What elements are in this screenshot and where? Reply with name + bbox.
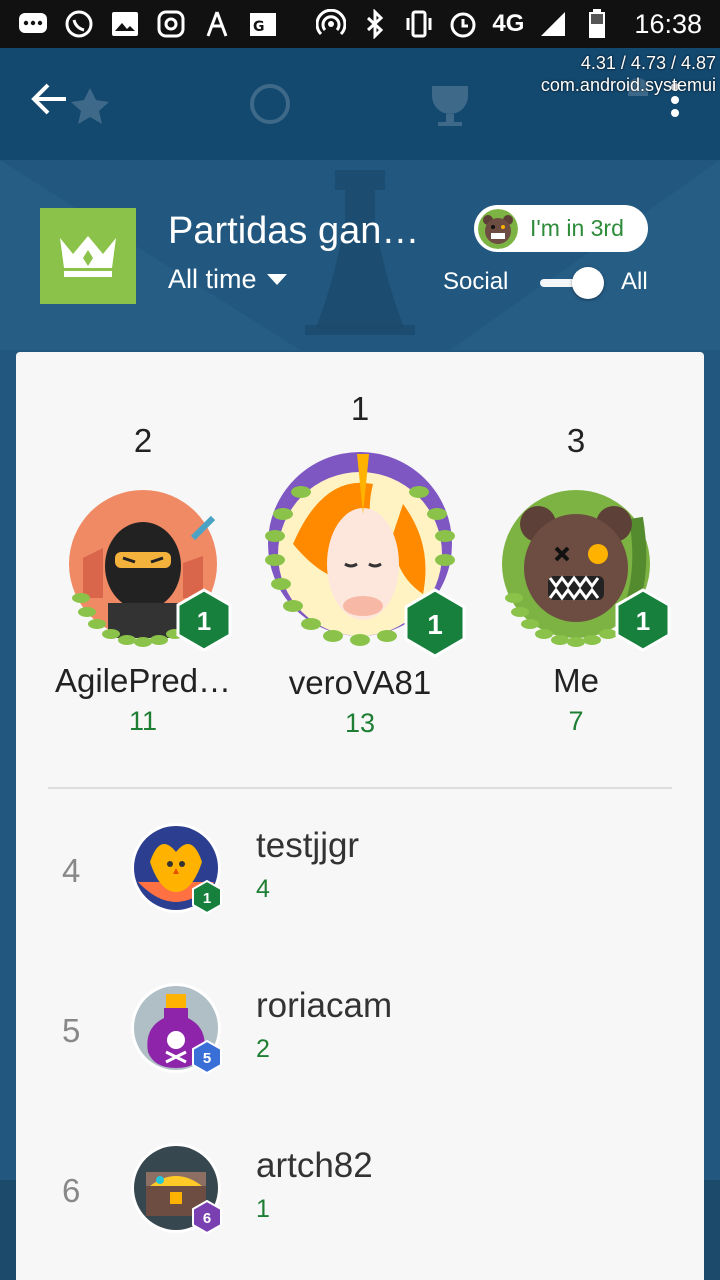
period-label: All time (168, 264, 257, 294)
leaderboard-title: Partidas gan… (168, 210, 420, 252)
row-score: 2 (256, 1035, 270, 1063)
leaderboard-card: 2 1 AgilePred… 11 1 1 veroVA81 13 3 1 Me… (16, 352, 704, 1280)
divider (48, 787, 672, 789)
level-number: 1 (203, 890, 211, 907)
level-badge: 6 (192, 1200, 222, 1234)
level-number: 1 (636, 606, 650, 636)
messages-icon (18, 9, 48, 39)
vibrate-icon (404, 9, 434, 39)
level-badge: 1 (404, 588, 466, 658)
level-badge: 5 (192, 1040, 222, 1074)
level-badge: 1 (192, 880, 222, 914)
list-item[interactable]: 4 1 testjjgr 4 (16, 808, 704, 968)
debug-overlay: 4.31 / 4.73 / 4.87 com.android.systemui (541, 52, 716, 96)
scope-toggle[interactable] (538, 264, 608, 302)
list-item[interactable]: 6 6 artch82 1 (16, 1128, 704, 1280)
back-button[interactable] (30, 82, 82, 126)
my-rank-text: I'm in 3rd (530, 215, 624, 241)
signal-icon (538, 9, 568, 39)
toggle-thumb (572, 267, 604, 299)
scope-all-label[interactable]: All (621, 268, 648, 296)
avatar: 1 (53, 478, 233, 658)
status-bar: G 4G 16:38 (0, 0, 720, 48)
debug-load: 4.31 / 4.73 / 4.87 (580, 53, 716, 73)
leaderboard-icon-box (40, 208, 136, 304)
avatar: 6 (130, 1142, 226, 1238)
level-number: 6 (203, 1210, 211, 1227)
podium-name: AgilePred… (54, 662, 232, 699)
hotspot-icon (316, 9, 347, 39)
my-rank-chip[interactable]: I'm in 3rd (474, 205, 648, 252)
maps-icon: G (248, 9, 278, 39)
svg-text:G: G (253, 19, 265, 35)
podium-third[interactable]: 3 1 Me 7 (466, 422, 686, 737)
podium: 2 1 AgilePred… 11 1 1 veroVA81 13 3 1 Me… (16, 352, 704, 788)
battery-icon (582, 9, 612, 39)
level-badge: 1 (176, 588, 232, 652)
podium-name: veroVA81 (288, 664, 432, 701)
podium-score: 7 (568, 706, 584, 736)
podium-score: 11 (128, 706, 158, 736)
period-dropdown[interactable]: All time (168, 264, 287, 295)
avatar: 1 (486, 478, 671, 658)
row-rank: 5 (62, 1012, 81, 1049)
activity-icon (202, 9, 232, 39)
dropdown-arrow-icon (266, 273, 287, 285)
bluetooth-icon (360, 9, 390, 39)
row-rank: 6 (62, 1172, 81, 1209)
level-number: 1 (197, 606, 211, 636)
row-name: roriacam (256, 986, 393, 1025)
row-score: 4 (256, 875, 270, 903)
row-score: 1 (256, 1195, 270, 1223)
avatar: 5 (130, 982, 226, 1078)
level-number: 5 (203, 1050, 211, 1067)
podium-second[interactable]: 2 1 AgilePred… 11 (33, 422, 253, 737)
list-item[interactable]: 5 5 roriacam 2 (16, 968, 704, 1128)
podium-rank: 3 (566, 422, 586, 459)
row-name: testjjgr (256, 826, 360, 865)
whatsapp-icon (64, 9, 94, 39)
instagram-icon (156, 9, 186, 39)
debug-process: com.android.systemui (540, 75, 716, 95)
arrow-back-icon (31, 83, 66, 115)
level-badge: 1 (615, 588, 671, 652)
alarm-icon (448, 9, 478, 39)
leaderboard-header: Partidas gan… All time I'm in 3rd Social… (0, 160, 720, 352)
status-time: 16:38 (634, 8, 702, 39)
network-4g-icon: 4G (492, 10, 525, 37)
podium-first[interactable]: 1 1 veroVA81 13 (250, 390, 470, 739)
row-name: artch82 (256, 1146, 373, 1185)
scope-social-label[interactable]: Social (443, 268, 508, 296)
podium-rank: 1 (350, 390, 370, 427)
row-rank: 4 (62, 852, 81, 889)
bear-avatar-icon (478, 208, 518, 249)
avatar: 1 (130, 822, 226, 918)
gallery-icon (110, 9, 140, 39)
crown-icon (60, 236, 116, 277)
level-number: 1 (427, 609, 443, 640)
podium-name: Me (553, 662, 599, 699)
avatar: 1 (253, 444, 467, 658)
podium-score: 13 (344, 708, 376, 738)
my-avatar-small (478, 208, 518, 249)
podium-rank: 2 (133, 422, 153, 459)
